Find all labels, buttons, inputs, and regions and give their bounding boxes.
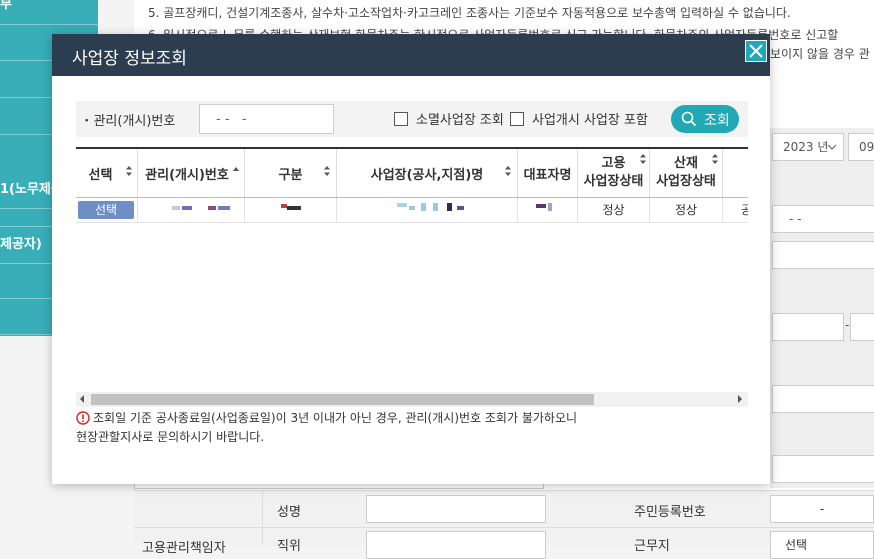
table-row[interactable]: 선택 정상 정상	[76, 198, 748, 223]
cell-extra: 공	[723, 198, 748, 222]
closed-business-checkbox[interactable]	[394, 112, 408, 126]
cell-representative	[518, 198, 578, 222]
business-info-modal: 사업장 정보조회 • 관리(개시)번호 소멸사업장 조회 사업개시 사업장 포함…	[52, 34, 770, 484]
divider	[134, 527, 874, 528]
sidebar-item[interactable]: 부	[0, 0, 98, 25]
sort-icon	[125, 165, 133, 181]
redacted-text	[182, 206, 192, 210]
cell-industrial-status: 정상	[650, 198, 723, 222]
grid-header: 선택 관리(개시)번호 구분 사업장(공사,지점)명 대표자명 고용 사업장상태	[76, 149, 748, 198]
col-header-representative[interactable]: 대표자명	[518, 149, 578, 197]
notice-line: 조회일 기준 공사종료일(사업종료일)이 3년 이내가 아닌 경우, 관리(개시…	[93, 411, 578, 425]
row-select-button[interactable]: 선택	[78, 201, 134, 219]
alert-icon	[76, 411, 90, 429]
redacted-text	[447, 203, 452, 211]
search-icon	[681, 111, 697, 131]
name-label: 성명	[277, 505, 301, 520]
close-icon	[746, 41, 766, 61]
section-label: 고용관리책임자	[142, 541, 226, 556]
background-dash: -	[845, 318, 850, 332]
background-field[interactable]: - -	[772, 205, 874, 233]
redacted-text	[457, 206, 464, 210]
background-field[interactable]	[772, 313, 844, 341]
background-field[interactable]	[850, 313, 874, 341]
chevron-down-icon	[827, 134, 837, 169]
year-select-value: 2023 년	[783, 140, 829, 154]
redacted-text	[172, 206, 180, 210]
started-business-label: 사업개시 사업장 포함	[532, 113, 648, 128]
closed-business-label: 소멸사업장 조회	[416, 113, 504, 128]
col-header-select[interactable]: 선택	[76, 149, 138, 197]
redacted-text	[208, 206, 216, 210]
bullet-icon: •	[84, 116, 90, 127]
redacted-text	[421, 203, 426, 211]
business-grid: 선택 관리(개시)번호 구분 사업장(공사,지점)명 대표자명 고용 사업장상태	[76, 147, 748, 397]
name-input[interactable]	[366, 495, 546, 523]
background-field[interactable]	[772, 455, 874, 483]
dept-label: 근무지	[634, 539, 670, 554]
year-select[interactable]: 2023 년	[772, 133, 844, 161]
modal-header: 사업장 정보조회	[52, 34, 770, 76]
management-number-label-text: 관리(개시)번호	[93, 114, 176, 129]
redacted-text	[548, 203, 552, 211]
col-header-label: 선택	[88, 168, 113, 183]
month-select-value: 09	[859, 140, 874, 154]
background-notice-line: 5. 골프장캐디, 건설기계조종사, 살수차·고소작업차·카고크레인 조종사는 …	[148, 6, 791, 20]
col-header-industrial-status[interactable]: 산재 사업장상태	[650, 149, 723, 197]
dept-select[interactable]: 선택	[770, 531, 874, 559]
rrn-input[interactable]: -	[770, 495, 874, 523]
sort-icon	[504, 165, 512, 181]
notice-line: 현장관할지사로 문의하시기 바랍니다.	[76, 430, 265, 444]
redacted-text	[287, 206, 301, 210]
management-number-label: • 관리(개시)번호	[84, 110, 175, 129]
background-form-column	[770, 128, 874, 488]
started-business-checkbox[interactable]	[510, 112, 524, 126]
redacted-text	[218, 206, 230, 210]
management-number-input[interactable]	[199, 104, 334, 134]
sort-icon	[639, 153, 647, 169]
redacted-text	[536, 204, 546, 208]
col-header-management-number[interactable]: 관리(개시)번호	[138, 149, 245, 197]
close-button[interactable]	[745, 40, 767, 62]
sort-icon	[711, 153, 719, 169]
position-label: 직위	[277, 539, 301, 554]
scrollbar-thumb[interactable]	[91, 394, 594, 405]
horizontal-scrollbar[interactable]	[76, 392, 748, 407]
col-header-type[interactable]: 구분	[245, 149, 337, 197]
col-header-business-name[interactable]: 사업장(공사,지점)명	[337, 149, 518, 197]
col-header-employment-status[interactable]: 고용 사업장상태	[578, 149, 650, 197]
redacted-text	[409, 206, 415, 210]
search-button[interactable]: 조회	[671, 105, 739, 133]
position-input[interactable]	[366, 531, 546, 559]
cell-employment-status: 정상	[578, 198, 650, 222]
redacted-text	[433, 203, 438, 211]
bottom-form: 성명 주민등록번호 - 고용관리책임자 직위 근무지 선택	[134, 481, 874, 559]
cell-select: 선택	[76, 198, 138, 222]
col-header-label: 관리(개시)번호	[145, 168, 229, 183]
cell-business-name	[337, 198, 518, 222]
sort-icon	[323, 165, 331, 181]
background-notice-tail: 보이지 않을 경우 관	[770, 47, 870, 61]
redacted-text	[397, 203, 407, 207]
col-header-label: 대표자명	[523, 168, 572, 183]
scroll-left-icon[interactable]	[80, 395, 84, 403]
search-bar: • 관리(개시)번호 소멸사업장 조회 사업개시 사업장 포함 조회	[76, 101, 748, 137]
modal-title: 사업장 정보조회	[72, 49, 187, 69]
scroll-right-icon[interactable]	[738, 395, 742, 403]
col-header-label: 사업장(공사,지점)명	[370, 168, 484, 183]
month-select[interactable]: 09	[848, 133, 874, 161]
background-field[interactable]	[772, 385, 874, 413]
cell-management-number	[138, 198, 245, 222]
cell-type	[245, 198, 337, 222]
search-button-label: 조회	[704, 113, 730, 129]
divider	[262, 491, 263, 545]
rrn-label: 주민등록번호	[634, 505, 706, 520]
sort-asc-icon	[232, 163, 240, 178]
background-field[interactable]	[772, 241, 874, 269]
col-header-extra[interactable]	[723, 149, 748, 197]
